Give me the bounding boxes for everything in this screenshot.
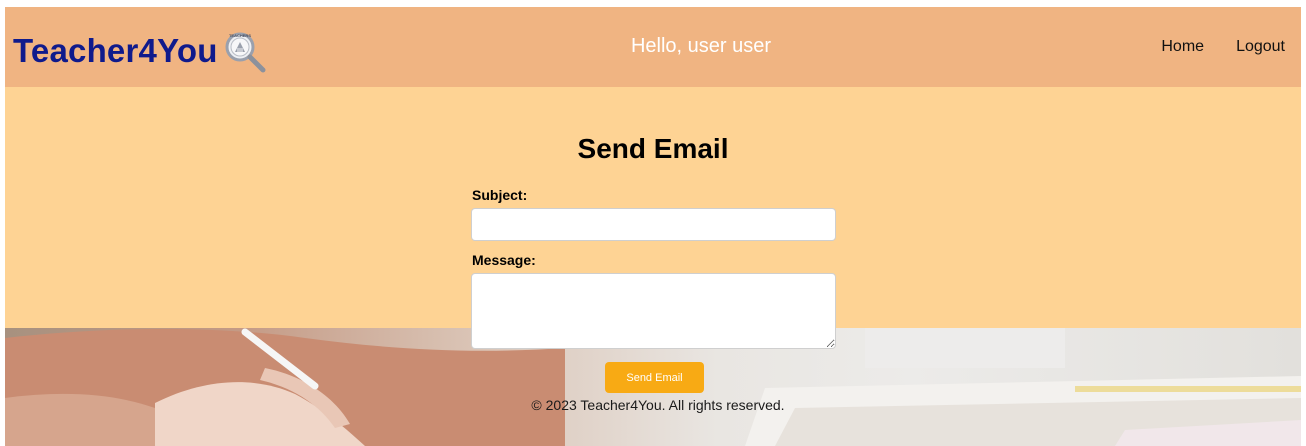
nav-home-link[interactable]: Home: [1161, 38, 1204, 56]
page-frame: Teacher4You TEACHERS Hello, user user Ho…: [5, 7, 1301, 446]
subject-label: Subject:: [472, 187, 528, 203]
subject-input[interactable]: [471, 208, 836, 241]
top-nav: Home Logout: [1161, 38, 1285, 56]
page-title: Send Email: [577, 133, 729, 164]
send-email-button[interactable]: Send Email: [605, 362, 704, 393]
nav-logout-link[interactable]: Logout: [1236, 38, 1285, 56]
site-header: Teacher4You TEACHERS Hello, user user Ho…: [5, 7, 1301, 87]
footer: © 2023 Teacher4You. All rights reserved.: [5, 397, 1301, 413]
copyright-text: © 2023 Teacher4You. All rights reserved.: [531, 397, 785, 413]
message-label: Message:: [472, 252, 536, 268]
message-textarea[interactable]: [471, 273, 836, 349]
user-greeting: Hello, user user: [630, 35, 772, 57]
